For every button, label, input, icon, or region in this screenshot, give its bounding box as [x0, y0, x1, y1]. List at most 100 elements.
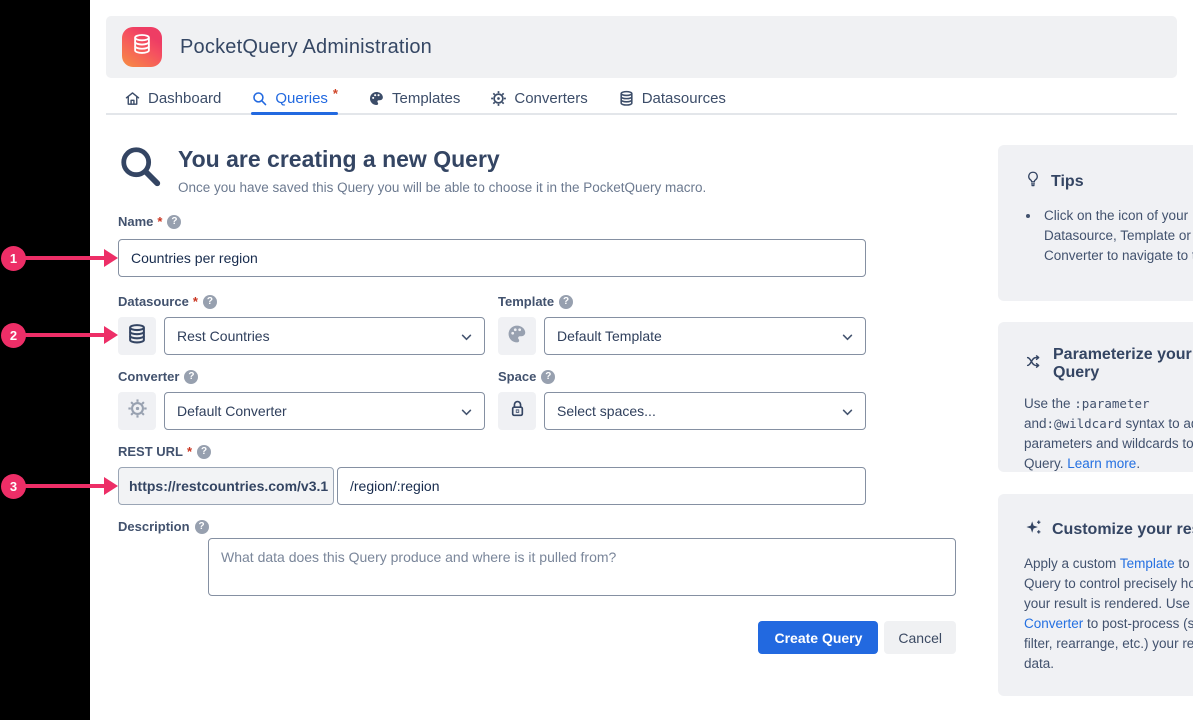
database-icon	[131, 32, 153, 63]
annotation-backdrop	[0, 0, 90, 720]
marker-arrow-line	[25, 256, 105, 260]
shuffle-icon	[1024, 353, 1044, 375]
tips-heading: Tips	[1024, 169, 1193, 194]
template-selected-value: Default Template	[557, 328, 662, 344]
help-icon[interactable]: ?	[559, 295, 573, 309]
nav-tab-queries[interactable]: Queries *	[251, 84, 338, 113]
help-icon[interactable]: ?	[197, 445, 211, 459]
pocketquery-admin-page: PocketQuery Administration Dashboard Que…	[90, 0, 1193, 720]
nav-tab-templates[interactable]: Templates	[368, 84, 460, 113]
text-segment: and	[1024, 416, 1047, 431]
template-label: Template ?	[498, 294, 573, 309]
marker-arrow-head	[104, 477, 118, 495]
text-segment: :@wildcard	[1047, 416, 1122, 431]
nav-tab-datasources[interactable]: Datasources	[618, 84, 726, 113]
help-icon[interactable]: ?	[203, 295, 217, 309]
search-icon	[251, 90, 268, 107]
text-segment: Apply a custom	[1024, 556, 1120, 571]
query-page-icon	[118, 144, 164, 195]
template-icon-button[interactable]	[498, 317, 536, 355]
help-icon[interactable]: ?	[195, 520, 209, 534]
datasource-selected-value: Rest Countries	[177, 328, 270, 344]
help-icon[interactable]: ?	[184, 370, 198, 384]
converter-select[interactable]: Default Converter	[164, 392, 485, 430]
inline-link[interactable]: Converter	[1024, 616, 1083, 631]
converter-selected-value: Default Converter	[177, 403, 287, 419]
nav-label: Dashboard	[148, 90, 221, 107]
name-label: Name* ?	[118, 214, 181, 229]
required-asterisk: *	[187, 444, 192, 459]
space-select[interactable]: Select spaces...	[544, 392, 866, 430]
space-label: Space ?	[498, 369, 555, 384]
page-subheading: Once you have saved this Query you will …	[178, 180, 706, 195]
customize-heading: Customize your result	[1024, 518, 1193, 542]
datasource-icon-button[interactable]	[118, 317, 156, 355]
nav-label: Templates	[392, 90, 460, 107]
description-textarea[interactable]	[208, 538, 956, 596]
nav-tab-converters[interactable]: Converters	[490, 84, 587, 113]
nav-label: Converters	[514, 90, 587, 107]
text-segment: .	[1136, 456, 1140, 471]
help-icon[interactable]: ?	[167, 215, 181, 229]
rest-url-label: REST URL* ?	[118, 444, 211, 459]
marker-number: 3	[1, 474, 26, 499]
gear-icon	[127, 398, 148, 424]
gear-icon	[490, 90, 507, 107]
nav-label: Queries	[275, 90, 328, 107]
database-icon	[126, 323, 148, 350]
datasource-label: Datasource* ?	[118, 294, 217, 309]
chevron-down-icon	[842, 328, 853, 344]
marker-arrow-head	[104, 249, 118, 267]
pocketquery-logo	[122, 27, 162, 67]
datasource-select[interactable]: Rest Countries	[164, 317, 485, 355]
tip-item: Click on the icon of your Datasource, Te…	[1041, 206, 1193, 266]
parameterize-panel: Parameterize your Query Use the :paramet…	[998, 322, 1193, 472]
customize-body: Apply a custom Template to your Query to…	[1024, 554, 1193, 674]
nav-tab-dashboard[interactable]: Dashboard	[124, 84, 221, 113]
space-icon-button[interactable]	[498, 392, 536, 430]
unsaved-changes-marker: *	[333, 86, 338, 101]
chevron-down-icon	[461, 328, 472, 344]
admin-nav: Dashboard Queries * Templates	[106, 84, 1177, 115]
text-segment: :parameter	[1074, 396, 1149, 411]
customize-panel: Customize your result Apply a custom Tem…	[998, 494, 1193, 696]
tips-list: Click on the icon of your Datasource, Te…	[1041, 206, 1193, 266]
page-heading: You are creating a new Query	[178, 146, 500, 173]
text-segment: Use the	[1024, 396, 1074, 411]
sparkles-icon	[1024, 518, 1043, 542]
palette-icon	[506, 323, 528, 350]
marker-arrow-line	[25, 484, 105, 488]
cancel-button[interactable]: Cancel	[884, 621, 956, 654]
inline-link[interactable]: Template	[1120, 556, 1175, 571]
lock-icon	[507, 398, 528, 424]
page-title: PocketQuery Administration	[180, 36, 432, 59]
lightbulb-icon	[1024, 169, 1042, 194]
chevron-down-icon	[461, 403, 472, 419]
nav-label: Datasources	[642, 90, 726, 107]
marker-arrow-head	[104, 326, 118, 344]
app-header: PocketQuery Administration	[106, 16, 1177, 78]
marker-number: 1	[1, 246, 26, 271]
help-icon[interactable]: ?	[541, 370, 555, 384]
inline-link[interactable]: Learn more	[1067, 456, 1136, 471]
required-asterisk: *	[157, 214, 162, 229]
name-input[interactable]	[118, 239, 866, 277]
template-select[interactable]: Default Template	[544, 317, 866, 355]
database-icon	[618, 90, 635, 107]
required-asterisk: *	[193, 294, 198, 309]
parameterize-heading: Parameterize your Query	[1024, 346, 1193, 382]
palette-icon	[368, 90, 385, 107]
space-selected-value: Select spaces...	[557, 403, 656, 419]
parameterize-body: Use the :parameter and:@wildcard syntax …	[1024, 394, 1193, 474]
form-actions: Create Query Cancel	[208, 621, 956, 654]
tips-panel: Tips Click on the icon of your Datasourc…	[998, 145, 1193, 301]
converter-label: Converter ?	[118, 369, 198, 384]
rest-url-prefix: https://restcountries.com/v3.1	[118, 467, 334, 505]
marker-number: 2	[1, 323, 26, 348]
description-label: Description ?	[118, 519, 209, 534]
home-icon	[124, 90, 141, 107]
marker-arrow-line	[25, 333, 105, 337]
create-query-button[interactable]: Create Query	[758, 621, 878, 654]
rest-url-input[interactable]	[337, 467, 866, 505]
converter-icon-button[interactable]	[118, 392, 156, 430]
